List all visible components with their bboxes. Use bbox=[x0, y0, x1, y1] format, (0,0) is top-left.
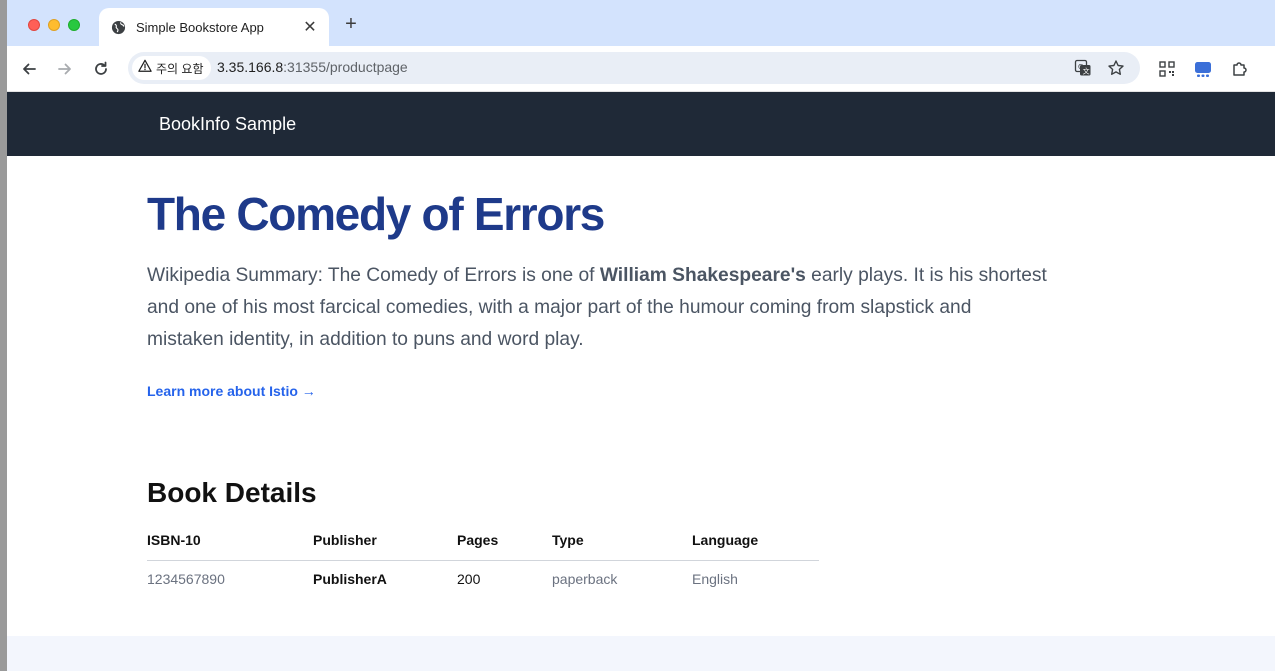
browser-toolbar: 주의 요함 3.35.166.8:31355/productpage G文 bbox=[7, 46, 1275, 92]
url-path: :31355/productpage bbox=[283, 59, 408, 75]
cell-language: English bbox=[692, 571, 738, 588]
new-tab-button[interactable]: + bbox=[341, 14, 361, 34]
web-page: BookInfo Sample The Comedy of Errors Wik… bbox=[7, 92, 1275, 671]
cell-type: paperback bbox=[552, 571, 618, 588]
security-label: 주의 요함 bbox=[156, 61, 204, 76]
minimize-window-button[interactable] bbox=[48, 19, 60, 31]
table-header-row: ISBN-10 Publisher Pages Type Language bbox=[147, 520, 819, 561]
book-title: The Comedy of Errors bbox=[147, 188, 605, 240]
forward-arrow-icon[interactable] bbox=[53, 57, 77, 81]
column-header-language: Language bbox=[692, 520, 819, 561]
extensions-puzzle-icon[interactable] bbox=[1229, 58, 1251, 80]
cell-publisher: PublisherA bbox=[313, 571, 387, 588]
column-header-publisher: Publisher bbox=[313, 520, 457, 561]
back-arrow-icon[interactable] bbox=[17, 57, 41, 81]
url-host: 3.35.166.8 bbox=[217, 59, 284, 75]
site-brand[interactable]: BookInfo Sample bbox=[159, 114, 296, 135]
warning-icon bbox=[138, 59, 152, 78]
summary-author: William Shakespeare's bbox=[599, 265, 806, 286]
qr-code-icon[interactable] bbox=[1156, 58, 1178, 80]
tab-strip: Simple Bookstore App ✕ + bbox=[7, 0, 1275, 46]
address-bar[interactable]: 주의 요함 3.35.166.8:31355/productpage G文 bbox=[128, 52, 1140, 84]
reload-icon[interactable] bbox=[89, 57, 113, 81]
browser-window: Simple Bookstore App ✕ + 주의 요함 3.35.166.… bbox=[7, 0, 1275, 671]
book-summary: Wikipedia Summary: The Comedy of Errors … bbox=[147, 260, 1047, 356]
close-tab-icon[interactable]: ✕ bbox=[301, 18, 319, 36]
book-details-heading: Book Details bbox=[147, 477, 317, 508]
tab-title: Simple Bookstore App bbox=[136, 19, 264, 35]
cell-pages: 200 bbox=[457, 571, 481, 588]
security-chip[interactable]: 주의 요함 bbox=[132, 56, 211, 80]
cell-isbn: 1234567890 bbox=[147, 571, 225, 588]
close-window-button[interactable] bbox=[28, 19, 40, 31]
svg-text:文: 文 bbox=[1083, 67, 1090, 76]
maximize-window-button[interactable] bbox=[68, 19, 80, 31]
column-header-isbn: ISBN-10 bbox=[147, 520, 313, 561]
learn-more-link[interactable]: Learn more about Istio → bbox=[147, 383, 316, 399]
translate-icon[interactable]: G文 bbox=[1073, 58, 1093, 78]
bookmark-star-icon[interactable] bbox=[1106, 58, 1126, 78]
summary-text-start: Wikipedia Summary: The Comedy of Errors … bbox=[147, 265, 600, 286]
column-header-pages: Pages bbox=[457, 520, 552, 561]
tab-simple-bookstore[interactable]: Simple Bookstore App ✕ bbox=[99, 8, 329, 46]
column-header-type: Type bbox=[552, 520, 692, 561]
page-footer bbox=[7, 636, 1275, 671]
table-row: 1234567890 PublisherA 200 paperback Engl… bbox=[147, 560, 819, 598]
book-details-table: ISBN-10 Publisher Pages Type Language 12… bbox=[147, 520, 819, 598]
site-navbar: BookInfo Sample bbox=[7, 92, 1275, 156]
url-text[interactable]: 3.35.166.8:31355/productpage bbox=[217, 59, 408, 75]
extension-app-icon[interactable] bbox=[1192, 58, 1214, 80]
globe-icon bbox=[110, 19, 126, 35]
